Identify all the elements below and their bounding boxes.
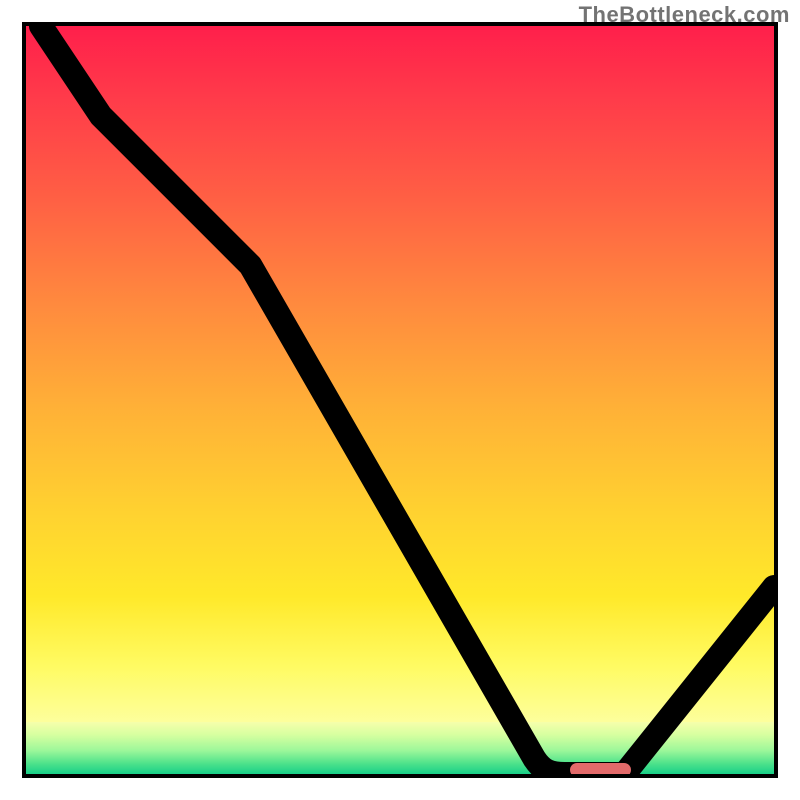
bottleneck-curve-path bbox=[41, 26, 774, 774]
plot-area bbox=[22, 22, 778, 778]
sweet-spot-marker bbox=[570, 763, 630, 777]
bottleneck-chart: TheBottleneck.com bbox=[0, 0, 800, 800]
curve-svg bbox=[26, 26, 774, 774]
